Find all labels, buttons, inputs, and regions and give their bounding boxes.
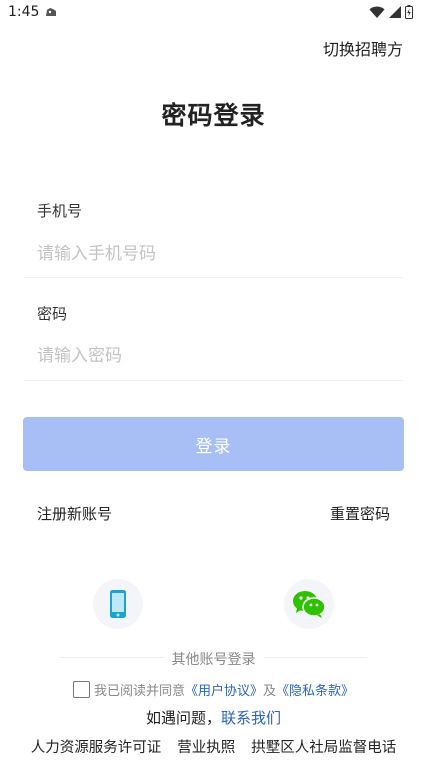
agreement-checkbox[interactable] [72, 681, 90, 698]
footer-links: 人力资源服务许可证 营业执照 拱墅区人社局监督电话 [0, 736, 427, 757]
phone-login-button[interactable] [93, 579, 143, 629]
page-title: 密码登录 [161, 101, 266, 130]
status-icons [369, 5, 413, 19]
help-row: 如遇问题，联系我们 [0, 707, 427, 728]
other-login-label: 其他账号登录 [163, 652, 264, 668]
agreement-prefix: 我已阅读并同意 [93, 684, 185, 699]
agreement-row: 我已阅读并同意 《用户协议》 及 《隐私条款》 [0, 680, 427, 699]
wechat-icon [293, 591, 326, 618]
phone-input[interactable] [37, 239, 397, 269]
agreement-and: 及 [263, 684, 277, 699]
user-agreement-link[interactable]: 《用户协议》 [185, 680, 263, 699]
login-button[interactable]: 登录 [23, 417, 404, 471]
phone-icon [110, 590, 126, 618]
contact-us-link[interactable]: 联系我们 [221, 709, 281, 727]
register-link[interactable]: 注册新账号 [37, 503, 112, 524]
password-divider [24, 380, 403, 381]
privacy-policy-link[interactable]: 《隐私条款》 [276, 680, 354, 699]
hr-license-link[interactable]: 人力资源服务许可证 [31, 736, 162, 757]
help-prefix: 如遇问题， [145, 709, 221, 727]
other-login-heading: 其他账号登录 [0, 649, 427, 669]
business-license-link[interactable]: 营业执照 [177, 736, 235, 757]
notification-app-icon [46, 8, 56, 16]
password-label: 密码 [37, 305, 68, 323]
phone-label: 手机号 [37, 202, 83, 220]
phone-divider [24, 277, 403, 278]
supervision-phone-link[interactable]: 拱墅区人社局监督电话 [251, 736, 396, 757]
password-input[interactable] [37, 341, 397, 371]
signal-icon [389, 6, 401, 18]
wechat-login-button[interactable] [284, 579, 334, 629]
battery-icon [405, 5, 413, 19]
status-time: 1:45 [8, 4, 40, 20]
reset-password-link[interactable]: 重置密码 [330, 503, 390, 524]
switch-role-link[interactable]: 切换招聘方 [323, 36, 403, 60]
wifi-icon [369, 6, 385, 18]
